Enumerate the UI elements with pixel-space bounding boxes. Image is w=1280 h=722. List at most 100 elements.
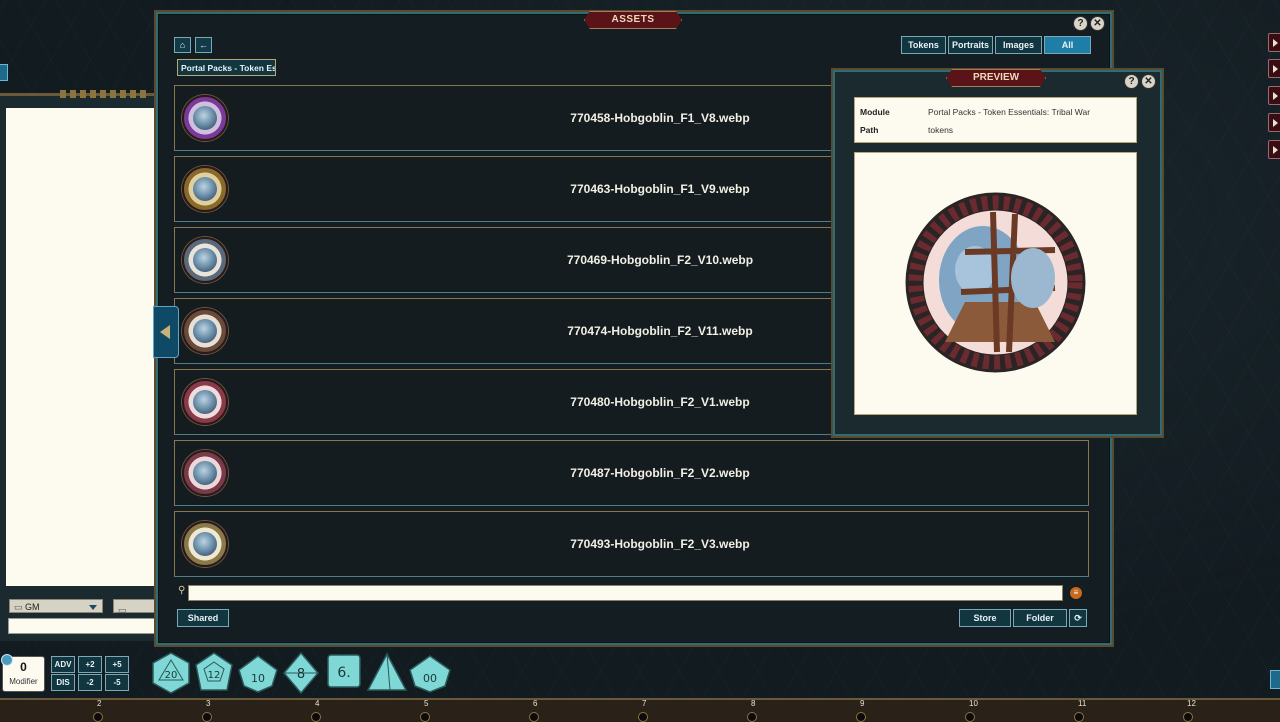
die-label: 6. (337, 665, 350, 681)
ruler-number: 11 (1078, 699, 1087, 708)
ruler-marker[interactable] (420, 712, 430, 722)
asset-name: 770474-Hobgoblin_F2_V11.webp (567, 324, 753, 338)
module-value: Portal Packs - Token Essentials: Tribal … (928, 107, 1091, 117)
path-label: Path (860, 125, 879, 135)
filter-tokens-button[interactable]: Tokens (901, 36, 946, 54)
ruler-marker[interactable] (1074, 712, 1084, 722)
asset-name: 770469-Hobgoblin_F2_V10.webp (566, 253, 754, 267)
advantage-button[interactable]: ADV (51, 656, 75, 673)
token-thumbnail (182, 521, 228, 567)
list-icon[interactable]: ≡ (1070, 587, 1082, 599)
asset-name: 770487-Hobgoblin_F2_V2.webp (570, 466, 750, 480)
right-edge-tab-3[interactable] (1268, 86, 1280, 105)
die-label: 20 (165, 670, 178, 681)
chat-mode-select[interactable]: ▭ (113, 599, 155, 615)
filter-portraits-button[interactable]: Portraits (948, 36, 993, 54)
token-thumbnail (182, 166, 228, 212)
ruler-number: 3 (206, 699, 211, 708)
d100-die[interactable]: 00 (408, 652, 452, 694)
d4-die[interactable] (366, 652, 408, 694)
back-button[interactable]: ← (195, 37, 212, 53)
gear-icon[interactable] (1, 654, 13, 666)
folder-button[interactable]: Folder (1013, 609, 1067, 627)
chat-log (6, 108, 155, 586)
store-button[interactable]: Store (959, 609, 1011, 627)
die-label: 8 (297, 667, 305, 682)
ruler-marker[interactable] (1183, 712, 1193, 722)
ruler-number: 12 (1187, 699, 1196, 708)
collapse-panel-button[interactable] (153, 306, 179, 358)
arrow-left-icon: ← (199, 40, 208, 50)
chat-input[interactable] (8, 618, 155, 634)
filter-images-button[interactable]: Images (995, 36, 1042, 54)
left-edge-tab[interactable] (0, 64, 8, 81)
ruler-number: 6 (533, 699, 538, 708)
token-thumbnail (182, 450, 228, 496)
chat-ornament (60, 90, 150, 98)
chevron-down-icon (89, 605, 97, 610)
d20-die[interactable]: 20 (151, 652, 191, 694)
plus-2-button[interactable]: +2 (78, 656, 102, 673)
assets-title: ASSETS (584, 11, 682, 29)
ruler-number: 10 (969, 699, 978, 708)
d8-die[interactable]: 8 (281, 652, 321, 694)
breadcrumb[interactable]: Portal Packs - Token Es (177, 59, 276, 76)
pin-icon: ⚲ (178, 585, 186, 596)
search-input[interactable] (188, 585, 1063, 601)
ruler-marker[interactable] (311, 712, 321, 722)
ruler-marker[interactable] (202, 712, 212, 722)
right-edge-tab-5[interactable] (1268, 140, 1280, 159)
ruler-marker[interactable] (529, 712, 539, 722)
asset-name: 770493-Hobgoblin_F2_V3.webp (570, 537, 750, 551)
d12-die[interactable]: 12 (193, 652, 235, 694)
asset-name: 770480-Hobgoblin_F2_V1.webp (570, 395, 750, 409)
ruler-number: 4 (315, 699, 320, 708)
home-button[interactable]: ⌂ (174, 37, 191, 53)
token-thumbnail (182, 237, 228, 283)
ruler-marker[interactable] (638, 712, 648, 722)
minus-2-button[interactable]: -2 (78, 674, 102, 691)
right-edge-tab-4[interactable] (1268, 113, 1280, 132)
token-thumbnail (182, 95, 228, 141)
ruler-number: 7 (642, 699, 647, 708)
ruler-number: 5 (424, 699, 429, 708)
preview-title: PREVIEW (946, 69, 1046, 87)
assets-close-button[interactable]: ✕ (1090, 16, 1105, 31)
right-edge-tab-1[interactable] (1268, 33, 1280, 52)
right-edge-tab-2[interactable] (1268, 59, 1280, 78)
minus-5-button[interactable]: -5 (105, 674, 129, 691)
token-thumbnail (182, 379, 228, 425)
speak-as-value: GM (25, 602, 40, 612)
modifier-label: Modifier (9, 677, 38, 686)
chat-panel: ▭ GM ▭ (0, 90, 155, 641)
plus-5-button[interactable]: +5 (105, 656, 129, 673)
preview-help-button[interactable]: ? (1124, 74, 1139, 89)
ruler-marker[interactable] (856, 712, 866, 722)
corner-tab[interactable] (1270, 670, 1280, 689)
disadvantage-button[interactable]: DIS (51, 674, 75, 691)
asset-row[interactable]: 770487-Hobgoblin_F2_V2.webp (174, 440, 1089, 506)
refresh-button[interactable]: ⟳ (1069, 609, 1087, 627)
module-label: Module (860, 107, 890, 117)
ruler-marker[interactable] (747, 712, 757, 722)
preview-close-button[interactable]: ✕ (1141, 74, 1156, 89)
asset-name: 770458-Hobgoblin_F1_V8.webp (570, 111, 750, 125)
ruler-number: 2 (97, 699, 102, 708)
filter-all-button[interactable]: All (1044, 36, 1091, 54)
assets-help-button[interactable]: ? (1073, 16, 1088, 31)
chevron-left-icon (160, 325, 170, 339)
shared-button[interactable]: Shared (177, 609, 229, 627)
ruler-number: 9 (860, 699, 865, 708)
token-thumbnail (182, 308, 228, 354)
ruler-marker[interactable] (93, 712, 103, 722)
d10-die[interactable]: 10 (237, 652, 279, 694)
refresh-icon: ⟳ (1074, 613, 1082, 623)
asset-row[interactable]: 770493-Hobgoblin_F2_V3.webp (174, 511, 1089, 577)
die-label: 12 (208, 670, 221, 681)
token-preview-image[interactable] (905, 192, 1086, 373)
speak-as-select[interactable]: ▭ GM (9, 599, 103, 613)
d6-die[interactable]: 6. (326, 652, 362, 690)
home-icon: ⌂ (179, 40, 186, 50)
ruler-marker[interactable] (965, 712, 975, 722)
asset-name: 770463-Hobgoblin_F1_V9.webp (570, 182, 750, 196)
